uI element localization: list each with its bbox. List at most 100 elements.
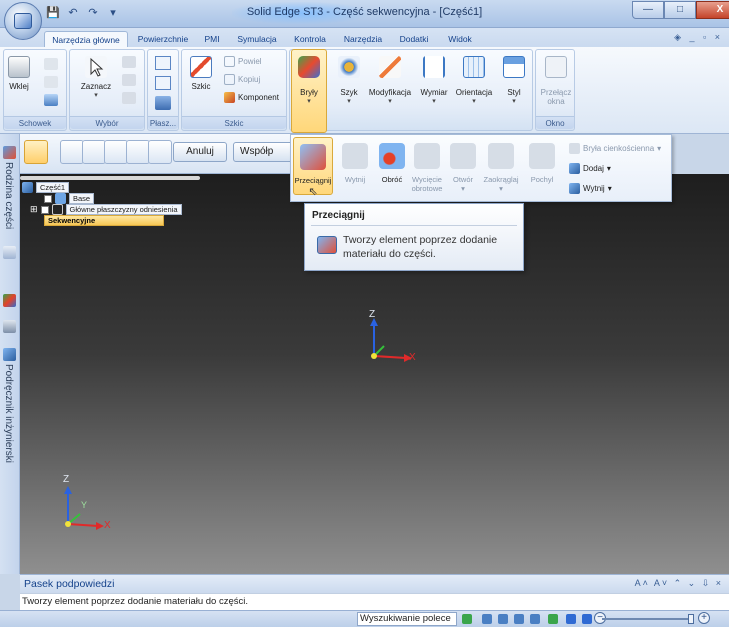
paste-button[interactable]: Wklej [8, 56, 30, 91]
styl-label: Styl [507, 88, 521, 97]
cut-button[interactable]: Wytnij ▾ [569, 183, 612, 194]
group-bryly: Bryły ▾ Szyk ▾ Modyfikacja ▾ Wymiar ▾ Or… [289, 49, 533, 133]
prompt-bar-controls[interactable]: A˄ A˅ ⌃ ⌄ ⇩ × [635, 578, 723, 589]
tab-pmi[interactable]: PMI [198, 31, 226, 48]
tree-item-sequential[interactable]: Sekwencyjne [44, 215, 164, 226]
group-label-plaszczyzny: Płasz... [148, 116, 178, 129]
tab-narzedzia-glowne[interactable]: Narzędzia główne [44, 31, 128, 48]
select-button[interactable]: Zaznacz ▾ [80, 56, 112, 99]
engineering-handbook-icon[interactable] [3, 348, 16, 361]
format-painter-icon[interactable] [44, 94, 58, 106]
sketch-button[interactable]: Szkic [188, 56, 214, 91]
tab-dodatki[interactable]: Dodatki [394, 31, 434, 48]
powiel-button[interactable]: Powiel [224, 56, 262, 67]
sketch-plane-icon[interactable] [82, 140, 106, 164]
gallery-przeciagnij[interactable]: Przeciągnij ⇖ [293, 137, 333, 198]
features-icon[interactable] [3, 294, 16, 307]
maximize-button[interactable]: □ [664, 1, 696, 19]
checkbox-icon[interactable] [40, 205, 49, 214]
layers-icon[interactable] [3, 246, 16, 259]
expand-icon[interactable]: ⊞ [30, 204, 38, 215]
szyk-button[interactable]: Szyk ▾ [334, 56, 364, 105]
fit-icon[interactable] [482, 614, 492, 624]
gallery-wyciecie-obrotowe[interactable]: Wycięcie obrotowe [409, 137, 445, 193]
gallery-pochyl[interactable]: Pochyl [525, 137, 559, 184]
group-plaszczyzny: Płasz... [147, 49, 179, 131]
arrow-pointer-icon [85, 56, 107, 78]
ribbon-window-icons[interactable]: ◈ _ ▫ × [674, 32, 723, 43]
view-orient-icon[interactable] [566, 614, 576, 624]
filter-icon[interactable] [122, 56, 136, 68]
gallery-otwor[interactable]: Otwór ▾ [449, 137, 477, 193]
display-style-icon[interactable] [582, 614, 592, 624]
tree-root[interactable]: Część1 [22, 182, 70, 193]
corner-z-label: Z [63, 474, 70, 485]
tab-narzedzia[interactable]: Narzędzia [338, 31, 388, 48]
dropdown-icon[interactable]: ▾ [106, 6, 120, 20]
tree-item-planes[interactable]: ⊞ Główne płaszczyzny odniesienia [30, 204, 182, 215]
styl-button[interactable]: Styl ▾ [498, 56, 530, 105]
engineering-handbook-tab[interactable]: Podręcznik inżynierski [3, 364, 14, 463]
komponent-button[interactable]: Komponent [224, 92, 279, 103]
select-tools-icon[interactable] [122, 74, 136, 86]
x-axis-line [373, 355, 407, 359]
options-icon[interactable] [148, 140, 172, 164]
part-family-icon[interactable] [3, 146, 16, 159]
tab-kontrola[interactable]: Kontrola [288, 31, 332, 48]
extrude-mode-icon[interactable] [24, 140, 48, 164]
cut-icon[interactable] [44, 58, 58, 70]
checkbox-checked-icon[interactable] [44, 194, 52, 203]
command-search-input[interactable]: Wyszukiwanie polece [357, 612, 457, 626]
tab-powierzchnie[interactable]: Powierzchnie [132, 31, 194, 48]
add-button[interactable]: Dodaj ▾ [569, 163, 611, 174]
gallery-wytnij[interactable]: Wytnij [337, 137, 373, 184]
modyfikacja-button[interactable]: Modyfikacja ▾ [368, 56, 412, 105]
thin-wall-button[interactable]: Bryła cienkościenna ▾ [569, 143, 661, 154]
part-family-tab[interactable]: Rodzina części [3, 162, 14, 229]
tooltip-protrusion-icon [317, 236, 337, 254]
undo-icon[interactable]: ↶ [66, 6, 80, 20]
zoom-slider-thumb[interactable] [688, 614, 694, 624]
application-button[interactable] [4, 2, 42, 40]
cancel-button[interactable]: Anuluj [173, 142, 227, 162]
wymiar-button[interactable]: Wymiar ▾ [416, 56, 452, 105]
plane-icon[interactable] [155, 56, 171, 70]
tab-widok[interactable]: Widok [442, 31, 478, 48]
zoom-icon[interactable] [498, 614, 508, 624]
redo-icon[interactable]: ↷ [86, 6, 100, 20]
zoom-slider[interactable] [602, 618, 692, 620]
solids-gallery: Przeciągnij ⇖ Wytnij Obróć Wycięcie obro… [290, 134, 672, 202]
plane-dropdown-icon[interactable] [155, 76, 171, 90]
status-tool-icon-1[interactable] [462, 614, 472, 624]
tab-symulacja[interactable]: Symulacja [232, 31, 282, 48]
profile-icon[interactable] [60, 140, 84, 164]
pathfinder-resize-bar[interactable] [20, 176, 200, 180]
extent-icon[interactable] [104, 140, 128, 164]
pan-icon[interactable] [530, 614, 540, 624]
coordinate-system-icon[interactable] [155, 96, 171, 110]
styl-caret-icon: ▾ [512, 98, 516, 105]
zoom-area-icon[interactable] [514, 614, 524, 624]
rotate-icon[interactable] [548, 614, 558, 624]
gallery-zaokraglaj[interactable]: Zaokrąglaj ▾ [481, 137, 521, 193]
coordinate-system-button[interactable]: Współp [233, 142, 293, 162]
bryly-button[interactable]: Bryły ▾ [291, 49, 327, 133]
gallery-obroc[interactable]: Obróć [377, 137, 407, 184]
zoom-in-button[interactable]: + [698, 612, 710, 624]
tree-item-base[interactable]: Base [44, 193, 95, 204]
select-manager-icon[interactable] [122, 92, 136, 104]
gallery-przeciagnij-label: Przeciągnij [294, 176, 332, 185]
switch-window-button[interactable]: Przełącz okna [538, 56, 574, 106]
minimize-button[interactable]: — [632, 1, 664, 19]
copy-icon[interactable] [44, 76, 58, 88]
ribbon-tabs: Narzędzia główne Powierzchnie PMI Symula… [0, 28, 729, 48]
tooltip-separator [311, 225, 517, 226]
library-icon[interactable] [3, 320, 16, 333]
treatment-icon[interactable] [126, 140, 150, 164]
save-icon[interactable]: 💾 [46, 6, 60, 20]
kopiuj-button[interactable]: Kopiuj [224, 74, 260, 85]
tooltip-description: Tworzy element poprzez dodanie materiału… [343, 234, 498, 260]
solids-icon [298, 56, 320, 78]
close-button[interactable]: X [696, 1, 729, 19]
orientacja-button[interactable]: Orientacja ▾ [454, 56, 494, 105]
